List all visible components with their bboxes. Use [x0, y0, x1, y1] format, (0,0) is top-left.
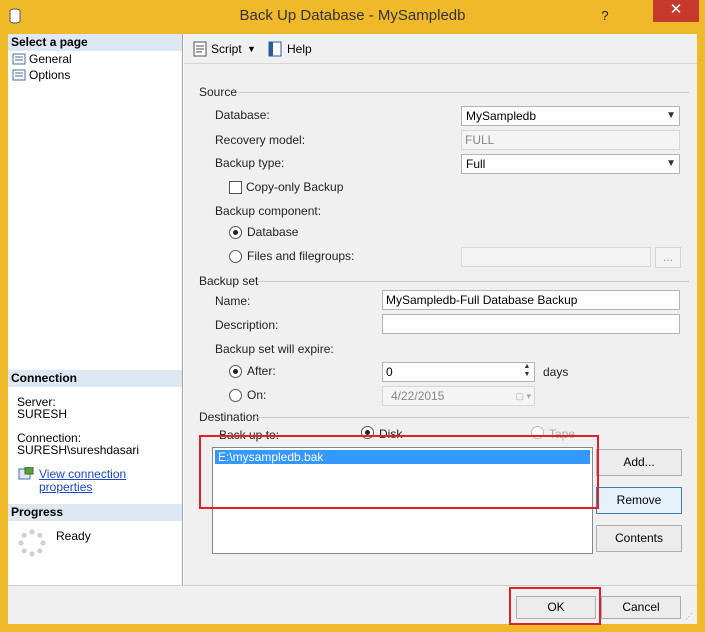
progress-status: Ready: [56, 529, 91, 543]
expire-after-value: 0: [386, 365, 393, 379]
progress-header: Progress: [8, 504, 182, 521]
select-page-header: Select a page: [8, 34, 182, 51]
script-dropdown-chevron-icon[interactable]: ▼: [247, 41, 256, 57]
database-label: Database:: [215, 108, 270, 122]
backup-to-label: Back up to:: [219, 428, 280, 442]
page-item-label: Options: [29, 68, 71, 82]
files-filegroups-radio[interactable]: [229, 250, 242, 263]
source-group-divider: [239, 92, 689, 93]
page-item-general[interactable]: General: [12, 51, 72, 67]
recovery-model-field: FULL: [461, 130, 680, 150]
remove-destination-button[interactable]: Remove: [596, 487, 682, 514]
backup-type-select[interactable]: Full ▼: [461, 154, 680, 174]
toolbar: Script ▼ Help: [184, 34, 697, 64]
chevron-down-icon: ▼: [666, 158, 676, 169]
source-group-label: Source: [199, 85, 238, 99]
database-component-radio[interactable]: [229, 226, 242, 239]
backup-type-label: Backup type:: [215, 156, 285, 170]
left-pane: Select a page General Options Connection…: [8, 34, 183, 585]
server-value: SURESH: [17, 407, 68, 421]
expire-on-radio[interactable]: [229, 389, 242, 402]
spin-arrows-icon[interactable]: ▲ ▼: [521, 363, 533, 379]
page-icon: [12, 53, 26, 65]
progress-spinner-icon: [18, 529, 46, 557]
expire-after-label: After:: [247, 364, 276, 378]
calendar-dropdown-icon: ▢ ▾: [515, 391, 531, 401]
view-connection-properties-link[interactable]: View connection properties: [39, 468, 182, 494]
expire-on-date-picker: 4/22/2015 ▢ ▾: [382, 386, 535, 406]
tape-label: Tape: [549, 427, 576, 441]
copy-only-label: Copy-only Backup: [246, 180, 344, 194]
recovery-model-label: Recovery model:: [215, 133, 306, 147]
add-destination-button[interactable]: Add...: [596, 449, 682, 476]
backup-name-input[interactable]: MySampledb-Full Database Backup: [382, 290, 680, 310]
database-component-label: Database: [247, 225, 299, 239]
backup-dialog-window: Back Up Database - MySampledb ? ✕ Select…: [0, 0, 705, 632]
contents-button[interactable]: Contents: [596, 525, 682, 552]
tape-radio[interactable]: [531, 426, 544, 439]
page-item-options[interactable]: Options: [12, 67, 70, 83]
database-select-value: MySampledb: [466, 109, 537, 123]
destination-group-label: Destination: [199, 410, 260, 424]
resize-grip-icon[interactable]: ⋰: [685, 612, 695, 622]
right-pane: Script ▼ Help Source Database: MySampled…: [184, 34, 697, 585]
copy-only-checkbox[interactable]: [229, 181, 242, 194]
properties-icon: [18, 467, 34, 480]
days-label: days: [543, 365, 569, 379]
list-item[interactable]: E:\mysampledb.bak: [215, 450, 590, 464]
expire-after-spinner[interactable]: 0 ▲ ▼: [382, 362, 535, 382]
dialog-footer: OK Cancel ⋰: [8, 585, 697, 624]
page-item-label: General: [29, 52, 72, 66]
expire-after-radio[interactable]: [229, 365, 242, 378]
database-select[interactable]: MySampledb ▼: [461, 106, 680, 126]
help-window-button[interactable]: ?: [591, 6, 619, 27]
backup-set-group-label: Backup set: [199, 274, 259, 288]
page-icon: [12, 69, 26, 81]
dialog-client: Select a page General Options Connection…: [8, 34, 697, 625]
backup-set-group-divider: [258, 281, 689, 282]
chevron-down-icon: ▼: [666, 110, 676, 121]
description-label: Description:: [215, 318, 279, 332]
backup-type-select-value: Full: [466, 157, 486, 171]
disk-label: Disk: [379, 427, 403, 441]
connection-value: SURESH\sureshdasari: [17, 443, 140, 457]
cancel-button[interactable]: Cancel: [601, 596, 681, 619]
script-button[interactable]: Script: [211, 41, 242, 57]
help-icon: [268, 41, 282, 57]
destination-group-divider: [256, 417, 689, 418]
files-filegroups-field: [461, 247, 651, 267]
expire-on-label: On:: [247, 388, 267, 402]
help-button[interactable]: Help: [287, 41, 312, 57]
script-icon: [193, 41, 207, 57]
backup-destination-list[interactable]: E:\mysampledb.bak: [212, 447, 593, 554]
backup-name-label: Name:: [215, 294, 251, 308]
ok-button[interactable]: OK: [516, 596, 596, 619]
browse-filegroups-button[interactable]: ...: [655, 247, 681, 268]
expire-label: Backup set will expire:: [215, 342, 334, 356]
connection-header: Connection: [8, 370, 182, 387]
close-window-button[interactable]: ✕: [653, 0, 699, 22]
files-filegroups-label: Files and filegroups:: [247, 249, 355, 263]
backup-component-label: Backup component:: [215, 204, 322, 218]
title-bar[interactable]: Back Up Database - MySampledb ? ✕: [0, 0, 705, 34]
expire-on-date-value: 4/22/2015: [391, 389, 445, 403]
disk-radio[interactable]: [361, 426, 374, 439]
description-input[interactable]: [382, 314, 680, 334]
